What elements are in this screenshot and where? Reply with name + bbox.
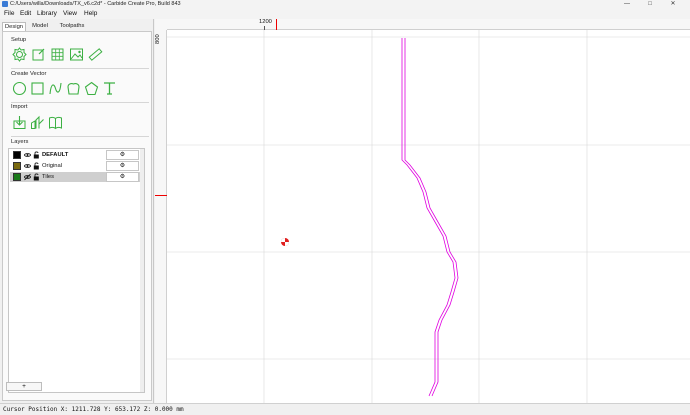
ruler-icon — [88, 48, 103, 61]
window-title: C:/Users/willa/Downloads/TX_v6.c2d* - Ca… — [10, 1, 181, 7]
section-create-vector: Create Vector — [11, 71, 47, 77]
polygon-icon[interactable] — [66, 81, 81, 96]
gear-icon[interactable]: ⚙ — [106, 161, 139, 171]
divider — [11, 68, 149, 69]
job-setup-icon — [12, 47, 27, 62]
h-ruler-label: 1200 — [259, 19, 272, 25]
eye-icon[interactable] — [23, 151, 32, 159]
rectangle-icon — [31, 82, 44, 95]
layer-name: Original — [42, 163, 62, 169]
design-canvas[interactable]: 1200 800 — [155, 19, 690, 403]
unlock-icon[interactable] — [33, 162, 40, 170]
library-book-icon[interactable] — [48, 115, 63, 130]
import-icon — [13, 116, 26, 129]
menu-edit[interactable]: Edit — [20, 9, 31, 19]
text-icon[interactable] — [102, 81, 117, 96]
circle-icon — [12, 81, 27, 96]
menu-library[interactable]: Library — [37, 9, 57, 19]
import-bitmap-icon[interactable] — [30, 115, 45, 130]
layer-name: DEFAULT — [42, 152, 69, 158]
unlock-icon[interactable] — [33, 173, 40, 181]
divider — [11, 102, 149, 103]
edit-document-icon[interactable] — [31, 47, 46, 62]
section-setup: Setup — [11, 37, 27, 43]
layers-list: DEFAULT ⚙ Original ⚙ Tiles ⚙ — [8, 148, 145, 393]
minimize-icon[interactable]: — — [620, 0, 634, 9]
import-bitmap-icon — [31, 115, 44, 129]
layer-color-swatch[interactable] — [13, 173, 21, 181]
menu-file[interactable]: File — [4, 9, 14, 19]
circle-icon[interactable] — [12, 81, 27, 96]
menu-bar: File Edit Library View Help — [0, 9, 690, 19]
layer-row[interactable]: Tiles ⚙ — [10, 172, 144, 182]
layer-row[interactable]: DEFAULT ⚙ — [10, 150, 144, 160]
tab-design[interactable]: Design — [2, 22, 26, 31]
vertical-ruler: 800 — [155, 30, 167, 403]
divider — [11, 136, 149, 137]
curve-icon[interactable] — [48, 81, 63, 96]
ruler-corner — [155, 19, 167, 30]
layer-row[interactable]: Original ⚙ — [10, 161, 144, 171]
menu-view[interactable]: View — [63, 9, 77, 19]
close-icon[interactable]: ✕ — [666, 0, 680, 9]
unlock-icon[interactable] — [33, 151, 40, 159]
layers-scrollbar[interactable] — [140, 149, 144, 392]
ruler-icon[interactable] — [88, 47, 103, 62]
curve-icon — [49, 82, 62, 95]
tab-toolpaths[interactable]: Toolpaths — [55, 22, 89, 31]
origin-marker-icon — [281, 238, 289, 246]
layer-color-swatch[interactable] — [13, 151, 21, 159]
rectangle-icon[interactable] — [30, 81, 45, 96]
section-import: Import — [11, 104, 28, 110]
grid-icon[interactable] — [50, 47, 65, 62]
section-layers: Layers — [11, 139, 29, 145]
image-icon[interactable] — [69, 47, 84, 62]
pentagon-icon — [84, 81, 99, 96]
app-icon — [2, 1, 8, 7]
horizontal-ruler: 1200 — [167, 19, 690, 30]
tab-model[interactable]: Model — [29, 22, 51, 31]
gear-icon[interactable]: ⚙ — [106, 150, 139, 160]
menu-help[interactable]: Help — [84, 9, 97, 19]
grid-icon — [51, 48, 64, 61]
status-bar: Cursor Position X: 1211.728 Y: 653.172 Z… — [0, 403, 690, 414]
eye-icon[interactable] — [23, 162, 32, 170]
add-layer-button[interactable]: + — [6, 382, 42, 391]
maximize-icon[interactable]: □ — [643, 0, 657, 9]
edit-document-icon — [32, 48, 45, 61]
import-icon[interactable] — [12, 115, 27, 130]
v-ruler-label: 800 — [155, 34, 161, 44]
title-bar: C:/Users/willa/Downloads/TX_v6.c2d* - Ca… — [0, 0, 690, 9]
eye-off-icon[interactable] — [23, 173, 32, 181]
text-icon — [104, 82, 115, 95]
canvas-drawing[interactable] — [167, 30, 690, 403]
cursor-marker-h — [276, 19, 277, 30]
pentagon-icon[interactable] — [84, 81, 99, 96]
library-book-icon — [49, 116, 62, 130]
design-panel: Design Model Toolpaths Setup Create Vect… — [0, 19, 154, 403]
image-icon — [70, 48, 83, 61]
job-setup-icon[interactable] — [12, 47, 27, 62]
layer-name: Tiles — [42, 174, 55, 180]
layer-color-swatch[interactable] — [13, 162, 21, 170]
gear-icon[interactable]: ⚙ — [106, 172, 139, 182]
cursor-marker-v — [155, 195, 167, 196]
polygon-icon — [67, 83, 80, 95]
vector-path[interactable] — [401, 38, 459, 397]
cursor-position: Cursor Position X: 1211.728 Y: 653.172 Z… — [3, 406, 184, 413]
